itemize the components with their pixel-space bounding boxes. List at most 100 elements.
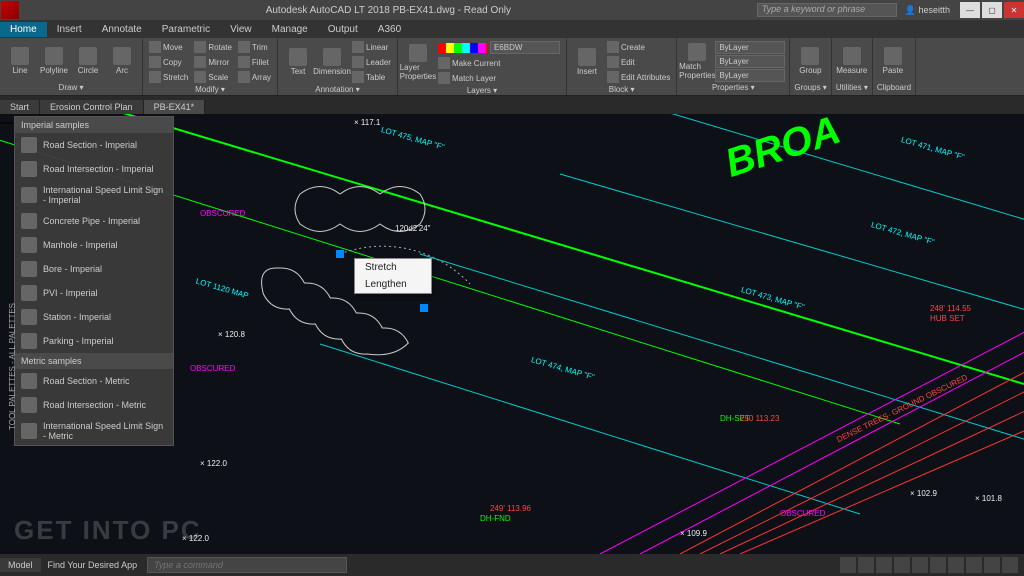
snap-toggle-icon[interactable]: [858, 557, 874, 573]
maximize-button[interactable]: ▢: [982, 2, 1002, 18]
text-button[interactable]: Text: [282, 48, 314, 76]
scale-button[interactable]: Scale: [192, 70, 234, 84]
match-layer-button[interactable]: Match Layer: [436, 71, 562, 85]
road-section-icon: [21, 373, 37, 389]
ribbon-tabs: Home Insert Annotate Parametric View Man…: [0, 20, 1024, 38]
leader-button[interactable]: Leader: [350, 55, 393, 69]
osnap-toggle-icon[interactable]: [912, 557, 928, 573]
panel-label: Properties ▾: [681, 82, 785, 93]
palette-item[interactable]: Road Intersection - Metric: [15, 393, 173, 417]
annotation-scale-icon[interactable]: [966, 557, 982, 573]
palette-item[interactable]: Bore - Imperial: [15, 257, 173, 281]
prop-color-dropdown[interactable]: [715, 41, 785, 54]
panel-modify: Move Copy Stretch Rotate Mirror Scale Tr…: [143, 38, 278, 95]
tab-parametric[interactable]: Parametric: [152, 22, 220, 37]
palette-item[interactable]: Concrete Pipe - Imperial: [15, 209, 173, 233]
context-stretch[interactable]: Stretch: [355, 259, 431, 276]
palette-item[interactable]: International Speed Limit Sign - Metric: [15, 417, 173, 445]
create-block-button[interactable]: Create: [605, 40, 672, 54]
palette-item[interactable]: Station - Imperial: [15, 305, 173, 329]
doctab-erosion[interactable]: Erosion Control Plan: [40, 100, 144, 114]
insert-block-button[interactable]: Insert: [571, 48, 603, 76]
match-properties-button[interactable]: Match Properties: [681, 43, 713, 80]
fillet-button[interactable]: Fillet: [236, 55, 273, 69]
palette-item[interactable]: Manhole - Imperial: [15, 233, 173, 257]
minimize-button[interactable]: —: [960, 2, 980, 18]
rotate-icon: [194, 41, 206, 53]
layer-properties-button[interactable]: Layer Properties: [402, 44, 434, 81]
layer-dropdown[interactable]: [436, 40, 562, 55]
move-button[interactable]: Move: [147, 40, 190, 54]
insert-icon: [578, 48, 596, 66]
polar-toggle-icon[interactable]: [894, 557, 910, 573]
palette-item[interactable]: Road Section - Imperial: [15, 133, 173, 157]
command-line-input[interactable]: [147, 557, 347, 573]
current-layer-input[interactable]: [490, 41, 560, 54]
tab-a360[interactable]: A360: [368, 22, 411, 37]
prop-linetype-dropdown[interactable]: [715, 55, 785, 68]
circle-icon: [79, 47, 97, 65]
rotate-button[interactable]: Rotate: [192, 40, 234, 54]
linear-icon: [352, 41, 364, 53]
watermark: GET INTO PC: [14, 515, 202, 546]
tab-annotate[interactable]: Annotate: [92, 22, 152, 37]
polyline-button[interactable]: Polyline: [38, 47, 70, 75]
array-button[interactable]: Array: [236, 70, 273, 84]
palette-item[interactable]: Parking - Imperial: [15, 329, 173, 353]
make-current-button[interactable]: Make Current: [436, 56, 562, 70]
panel-clipboard: Paste Clipboard: [873, 38, 916, 95]
customize-icon[interactable]: [1002, 557, 1018, 573]
edit-block-button[interactable]: Edit: [605, 55, 672, 69]
app-logo-icon[interactable]: [1, 1, 19, 19]
linear-button[interactable]: Linear: [350, 40, 393, 54]
context-lengthen[interactable]: Lengthen: [355, 276, 431, 293]
group-button[interactable]: Group: [794, 47, 826, 75]
user-menu[interactable]: 👤 heseitth: [897, 5, 958, 16]
copy-button[interactable]: Copy: [147, 55, 190, 69]
tab-insert[interactable]: Insert: [47, 22, 92, 37]
panel-block: Insert Create Edit Edit Attributes Block…: [567, 38, 677, 95]
model-tab[interactable]: Model: [0, 558, 41, 572]
arc-button[interactable]: Arc: [106, 47, 138, 75]
panel-label: Groups ▾: [794, 82, 826, 93]
move-icon: [149, 41, 161, 53]
prop-lineweight-dropdown[interactable]: [715, 69, 785, 82]
ortho-toggle-icon[interactable]: [876, 557, 892, 573]
help-search-input[interactable]: Type a keyword or phrase: [757, 3, 897, 17]
stretch-button[interactable]: Stretch: [147, 70, 190, 84]
doctab-pbex41[interactable]: PB-EX41*: [144, 100, 206, 114]
match-layer-icon: [438, 72, 450, 84]
measure-button[interactable]: Measure: [836, 47, 868, 75]
workspace-icon[interactable]: [984, 557, 1000, 573]
speed-limit-icon: [21, 423, 37, 439]
panel-groups: Group Groups ▾: [790, 38, 831, 95]
grid-toggle-icon[interactable]: [840, 557, 856, 573]
panel-annotation: Text Dimension Linear Leader Table Annot…: [278, 38, 398, 95]
tab-home[interactable]: Home: [0, 22, 47, 37]
mirror-button[interactable]: Mirror: [192, 55, 234, 69]
palette-item[interactable]: Road Section - Metric: [15, 369, 173, 393]
tool-palette[interactable]: Imperial samples Road Section - Imperial…: [14, 116, 174, 446]
panel-label: Annotation ▾: [282, 84, 393, 95]
document-tabs: Start Erosion Control Plan PB-EX41*: [0, 96, 1024, 114]
paste-button[interactable]: Paste: [877, 47, 909, 75]
palette-item[interactable]: PVI - Imperial: [15, 281, 173, 305]
trim-button[interactable]: Trim: [236, 40, 273, 54]
circle-button[interactable]: Circle: [72, 47, 104, 75]
dimension-button[interactable]: Dimension: [316, 48, 348, 76]
palette-item[interactable]: Road Intersection - Imperial: [15, 157, 173, 181]
doctab-start[interactable]: Start: [0, 100, 40, 114]
edit-attributes-button[interactable]: Edit Attributes: [605, 70, 672, 84]
table-button[interactable]: Table: [350, 70, 393, 84]
edit-icon: [607, 56, 619, 68]
line-button[interactable]: Line: [4, 47, 36, 75]
tab-manage[interactable]: Manage: [262, 22, 318, 37]
lineweight-toggle-icon[interactable]: [930, 557, 946, 573]
panel-label: Layers ▾: [402, 85, 562, 96]
tab-output[interactable]: Output: [318, 22, 368, 37]
close-button[interactable]: ✕: [1004, 2, 1024, 18]
palette-item[interactable]: International Speed Limit Sign - Imperia…: [15, 181, 173, 209]
transparency-toggle-icon[interactable]: [948, 557, 964, 573]
tab-view[interactable]: View: [220, 22, 262, 37]
panel-draw: Line Polyline Circle Arc Draw ▾: [0, 38, 143, 95]
